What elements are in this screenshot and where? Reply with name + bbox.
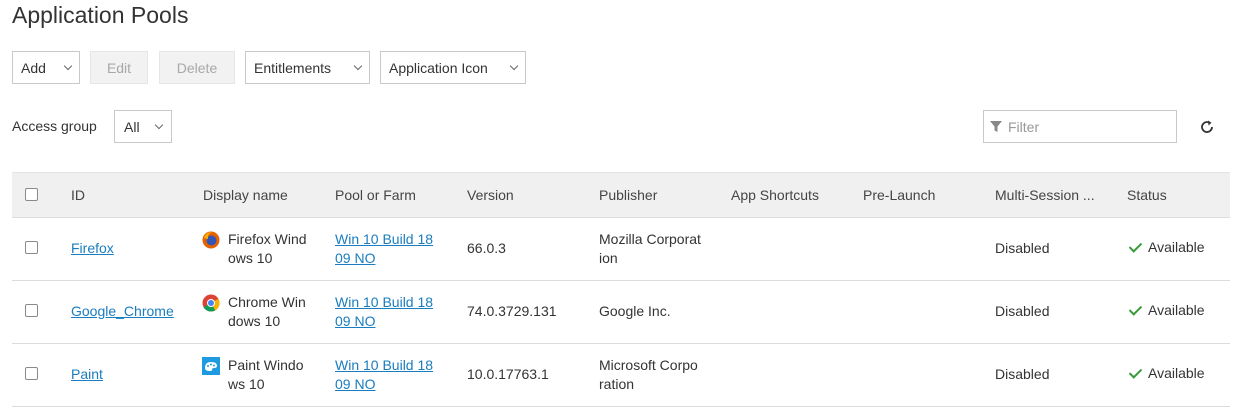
- select-all-checkbox[interactable]: [25, 188, 38, 201]
- refresh-icon[interactable]: [1198, 118, 1216, 136]
- chevron-down-icon: [154, 120, 164, 129]
- publisher-line-2: ion: [599, 250, 618, 266]
- app-id-link[interactable]: Paint: [71, 365, 103, 384]
- add-button-label: Add: [21, 59, 46, 76]
- publisher-value: Google Inc.: [599, 303, 671, 319]
- display-name-line-2: ws 10: [228, 376, 265, 392]
- multi-session-value: Disabled: [995, 240, 1050, 256]
- pool-link-line-2[interactable]: 09 NO: [335, 250, 375, 266]
- display-name-line-2: dows 10: [228, 313, 281, 329]
- chrome-icon: [202, 294, 220, 312]
- filter-icon: [990, 120, 1002, 132]
- column-header-id[interactable]: ID: [71, 186, 85, 205]
- row-checkbox[interactable]: [25, 367, 38, 380]
- column-header-pool-or-farm[interactable]: Pool or Farm: [335, 186, 416, 205]
- chevron-down-icon: [353, 61, 363, 70]
- application-pools-table: ID Display name Pool or Farm Version Pub…: [12, 172, 1230, 407]
- version-value: 74.0.3729.131: [467, 303, 557, 319]
- pool-link-line-1[interactable]: Win 10 Build 18: [335, 294, 433, 310]
- pool-link-line-2[interactable]: 09 NO: [335, 313, 375, 329]
- entitlements-button-label: Entitlements: [254, 59, 332, 76]
- application-icon-button[interactable]: Application Icon: [380, 51, 526, 84]
- row-checkbox[interactable]: [25, 304, 38, 317]
- app-id-link[interactable]: Firefox: [71, 239, 114, 258]
- table-row[interactable]: Firefox Firefox Wind ows 10 Win 10 Build…: [12, 218, 1230, 281]
- page-title: Application Pools: [12, 2, 189, 28]
- display-name-line-1: Paint Windo: [228, 357, 304, 373]
- display-name: Chrome Win dows 10: [228, 293, 320, 331]
- filter-box[interactable]: [983, 110, 1177, 143]
- display-name: Paint Windo ws 10: [228, 356, 320, 394]
- edit-button-label: Edit: [106, 59, 132, 76]
- status-badge: Available: [1127, 364, 1205, 383]
- status-badge: Available: [1127, 301, 1205, 320]
- column-header-display-name[interactable]: Display name: [203, 186, 288, 205]
- publisher-value: Microsoft Corpo ration: [599, 356, 698, 394]
- column-header-status[interactable]: Status: [1127, 186, 1167, 205]
- column-header-app-shortcuts[interactable]: App Shortcuts: [731, 186, 819, 205]
- multi-session-value: Disabled: [995, 303, 1050, 319]
- delete-button-label: Delete: [176, 59, 218, 76]
- status-text: Available: [1148, 239, 1205, 255]
- access-group-label: Access group: [12, 118, 97, 134]
- pool-link-line-2[interactable]: 09 NO: [335, 376, 375, 392]
- firefox-icon: [202, 231, 220, 249]
- table-row[interactable]: Paint Paint Windo ws 10 Win 10 Build 18 …: [12, 344, 1230, 407]
- pool-link[interactable]: Win 10 Build 18 09 NO: [335, 356, 433, 394]
- app-id-link[interactable]: Google_Chrome: [71, 302, 174, 321]
- entitlements-button[interactable]: Entitlements: [245, 51, 370, 84]
- edit-button[interactable]: Edit: [90, 51, 148, 84]
- application-icon-button-label: Application Icon: [389, 59, 488, 76]
- status-text: Available: [1148, 302, 1205, 318]
- publisher-line-2: ration: [599, 376, 635, 392]
- checkmark-icon: [1128, 364, 1143, 379]
- row-checkbox[interactable]: [25, 241, 38, 254]
- status-badge: Available: [1127, 238, 1205, 257]
- display-name: Firefox Wind ows 10: [228, 230, 320, 268]
- pool-link-line-1[interactable]: Win 10 Build 18: [335, 357, 433, 373]
- publisher-line-1: Microsoft Corpo: [599, 357, 698, 373]
- chevron-down-icon: [63, 61, 73, 70]
- publisher-value: Mozilla Corporat ion: [599, 230, 701, 268]
- paint-icon: [202, 357, 220, 375]
- chevron-down-icon: [509, 61, 519, 70]
- column-header-pre-launch[interactable]: Pre-Launch: [863, 186, 935, 205]
- multi-session-value: Disabled: [995, 366, 1050, 382]
- delete-button[interactable]: Delete: [159, 51, 235, 84]
- version-value: 66.0.3: [467, 240, 506, 256]
- display-name-line-2: ows 10: [228, 250, 273, 266]
- publisher-line-1: Mozilla Corporat: [599, 231, 701, 247]
- checkmark-icon: [1128, 301, 1143, 316]
- table-row[interactable]: Google_Chrome Chrome Win dows 10 Win 10 …: [12, 281, 1230, 344]
- access-group-select[interactable]: All: [114, 110, 172, 143]
- display-name-line-1: Chrome Win: [228, 294, 306, 310]
- status-text: Available: [1148, 365, 1205, 381]
- pool-link[interactable]: Win 10 Build 18 09 NO: [335, 230, 433, 268]
- version-value: 10.0.17763.1: [467, 366, 549, 382]
- display-name-line-1: Firefox Wind: [228, 231, 307, 247]
- column-header-version[interactable]: Version: [467, 186, 514, 205]
- checkmark-icon: [1128, 238, 1143, 253]
- access-group-value: All: [124, 118, 140, 135]
- pool-link-line-1[interactable]: Win 10 Build 18: [335, 231, 433, 247]
- pool-link[interactable]: Win 10 Build 18 09 NO: [335, 293, 433, 331]
- add-button[interactable]: Add: [12, 51, 80, 84]
- filter-input[interactable]: [1008, 118, 1158, 135]
- table-header: ID Display name Pool or Farm Version Pub…: [12, 172, 1230, 218]
- column-header-multi-session[interactable]: Multi-Session ...: [995, 186, 1095, 205]
- column-header-publisher[interactable]: Publisher: [599, 186, 657, 205]
